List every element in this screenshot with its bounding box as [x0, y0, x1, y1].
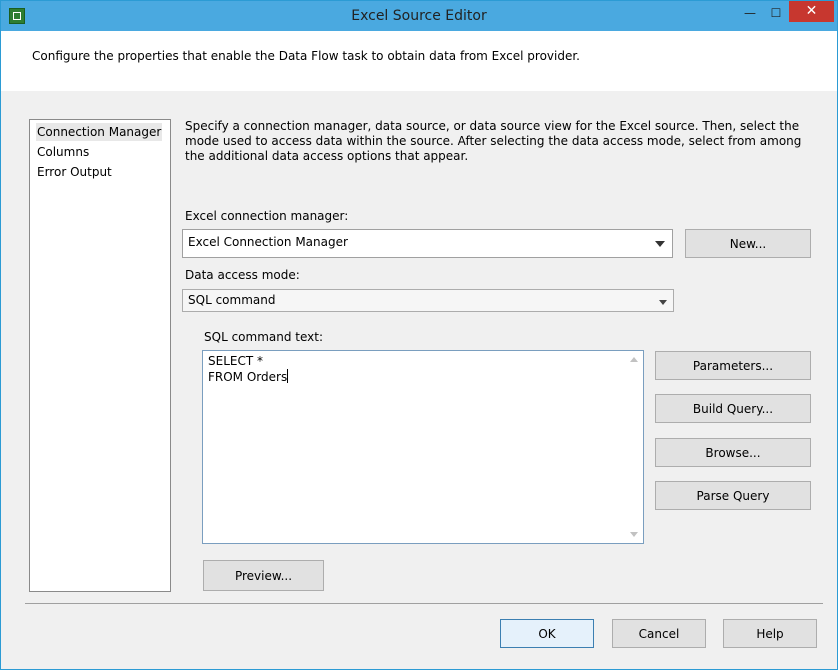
build-query-button-label: Build Query... — [692, 401, 774, 416]
preview-button-label: Preview... — [234, 568, 293, 583]
help-button-label: Help — [756, 626, 784, 641]
header-panel: Configure the properties that enable the… — [1, 31, 837, 91]
scroll-down-icon[interactable] — [630, 532, 638, 537]
maximize-button[interactable]: ☐ — [765, 5, 787, 21]
minimize-button[interactable]: — — [739, 5, 761, 21]
nav-item-error-output[interactable]: Error Output — [36, 163, 113, 181]
chevron-down-icon[interactable] — [650, 232, 670, 254]
text-caret — [287, 369, 289, 383]
sql-line: SELECT * — [208, 354, 263, 368]
cancel-button[interactable]: Cancel — [612, 619, 706, 648]
sql-line-text: FROM Orders — [208, 370, 288, 384]
build-query-button[interactable]: Build Query... — [655, 394, 811, 423]
help-button[interactable]: Help — [723, 619, 817, 648]
data-access-mode-select[interactable]: SQL command — [182, 289, 674, 312]
nav-item-connection-manager[interactable]: Connection Manager — [36, 123, 163, 141]
header-description: Configure the properties that enable the… — [32, 49, 580, 63]
footer-separator — [25, 603, 823, 604]
parameters-button[interactable]: Parameters... — [655, 351, 811, 380]
dialog-window: Excel Source Editor — ☐ ✕ Configure the … — [0, 0, 838, 670]
ok-button-label: OK — [538, 626, 556, 641]
parse-query-button[interactable]: Parse Query — [655, 481, 811, 510]
connection-manager-select[interactable]: Excel Connection Manager — [182, 229, 673, 258]
scroll-up-icon[interactable] — [630, 357, 638, 362]
new-connection-button-label: New... — [729, 236, 767, 251]
sql-command-label: SQL command text: — [204, 330, 323, 344]
parameters-button-label: Parameters... — [692, 358, 774, 373]
page-description: Specify a connection manager, data sourc… — [185, 119, 802, 163]
close-button[interactable]: ✕ — [789, 1, 834, 22]
connection-manager-label: Excel connection manager: — [185, 209, 349, 223]
ok-button[interactable]: OK — [500, 619, 594, 648]
data-access-mode-label: Data access mode: — [185, 268, 300, 282]
sql-command-text: SELECT * FROM Orders — [208, 353, 289, 385]
title-bar[interactable]: Excel Source Editor — ☐ ✕ — [1, 1, 837, 31]
new-connection-button[interactable]: New... — [685, 229, 811, 258]
vertical-scrollbar[interactable] — [626, 351, 643, 543]
browse-button-label: Browse... — [705, 445, 761, 460]
parse-query-button-label: Parse Query — [696, 488, 770, 503]
window-title: Excel Source Editor — [351, 8, 487, 24]
sql-line: FROM Orders — [208, 369, 289, 385]
nav-item-columns[interactable]: Columns — [36, 143, 90, 161]
sql-command-textarea[interactable]: SELECT * FROM Orders — [202, 350, 644, 544]
data-access-mode-value: SQL command — [188, 293, 276, 307]
chevron-down-icon[interactable] — [655, 292, 671, 314]
page-nav-list: Connection Manager Columns Error Output — [29, 119, 171, 592]
preview-button[interactable]: Preview... — [203, 560, 324, 591]
connection-manager-value: Excel Connection Manager — [188, 235, 348, 249]
cancel-button-label: Cancel — [638, 626, 680, 641]
browse-button[interactable]: Browse... — [655, 438, 811, 467]
